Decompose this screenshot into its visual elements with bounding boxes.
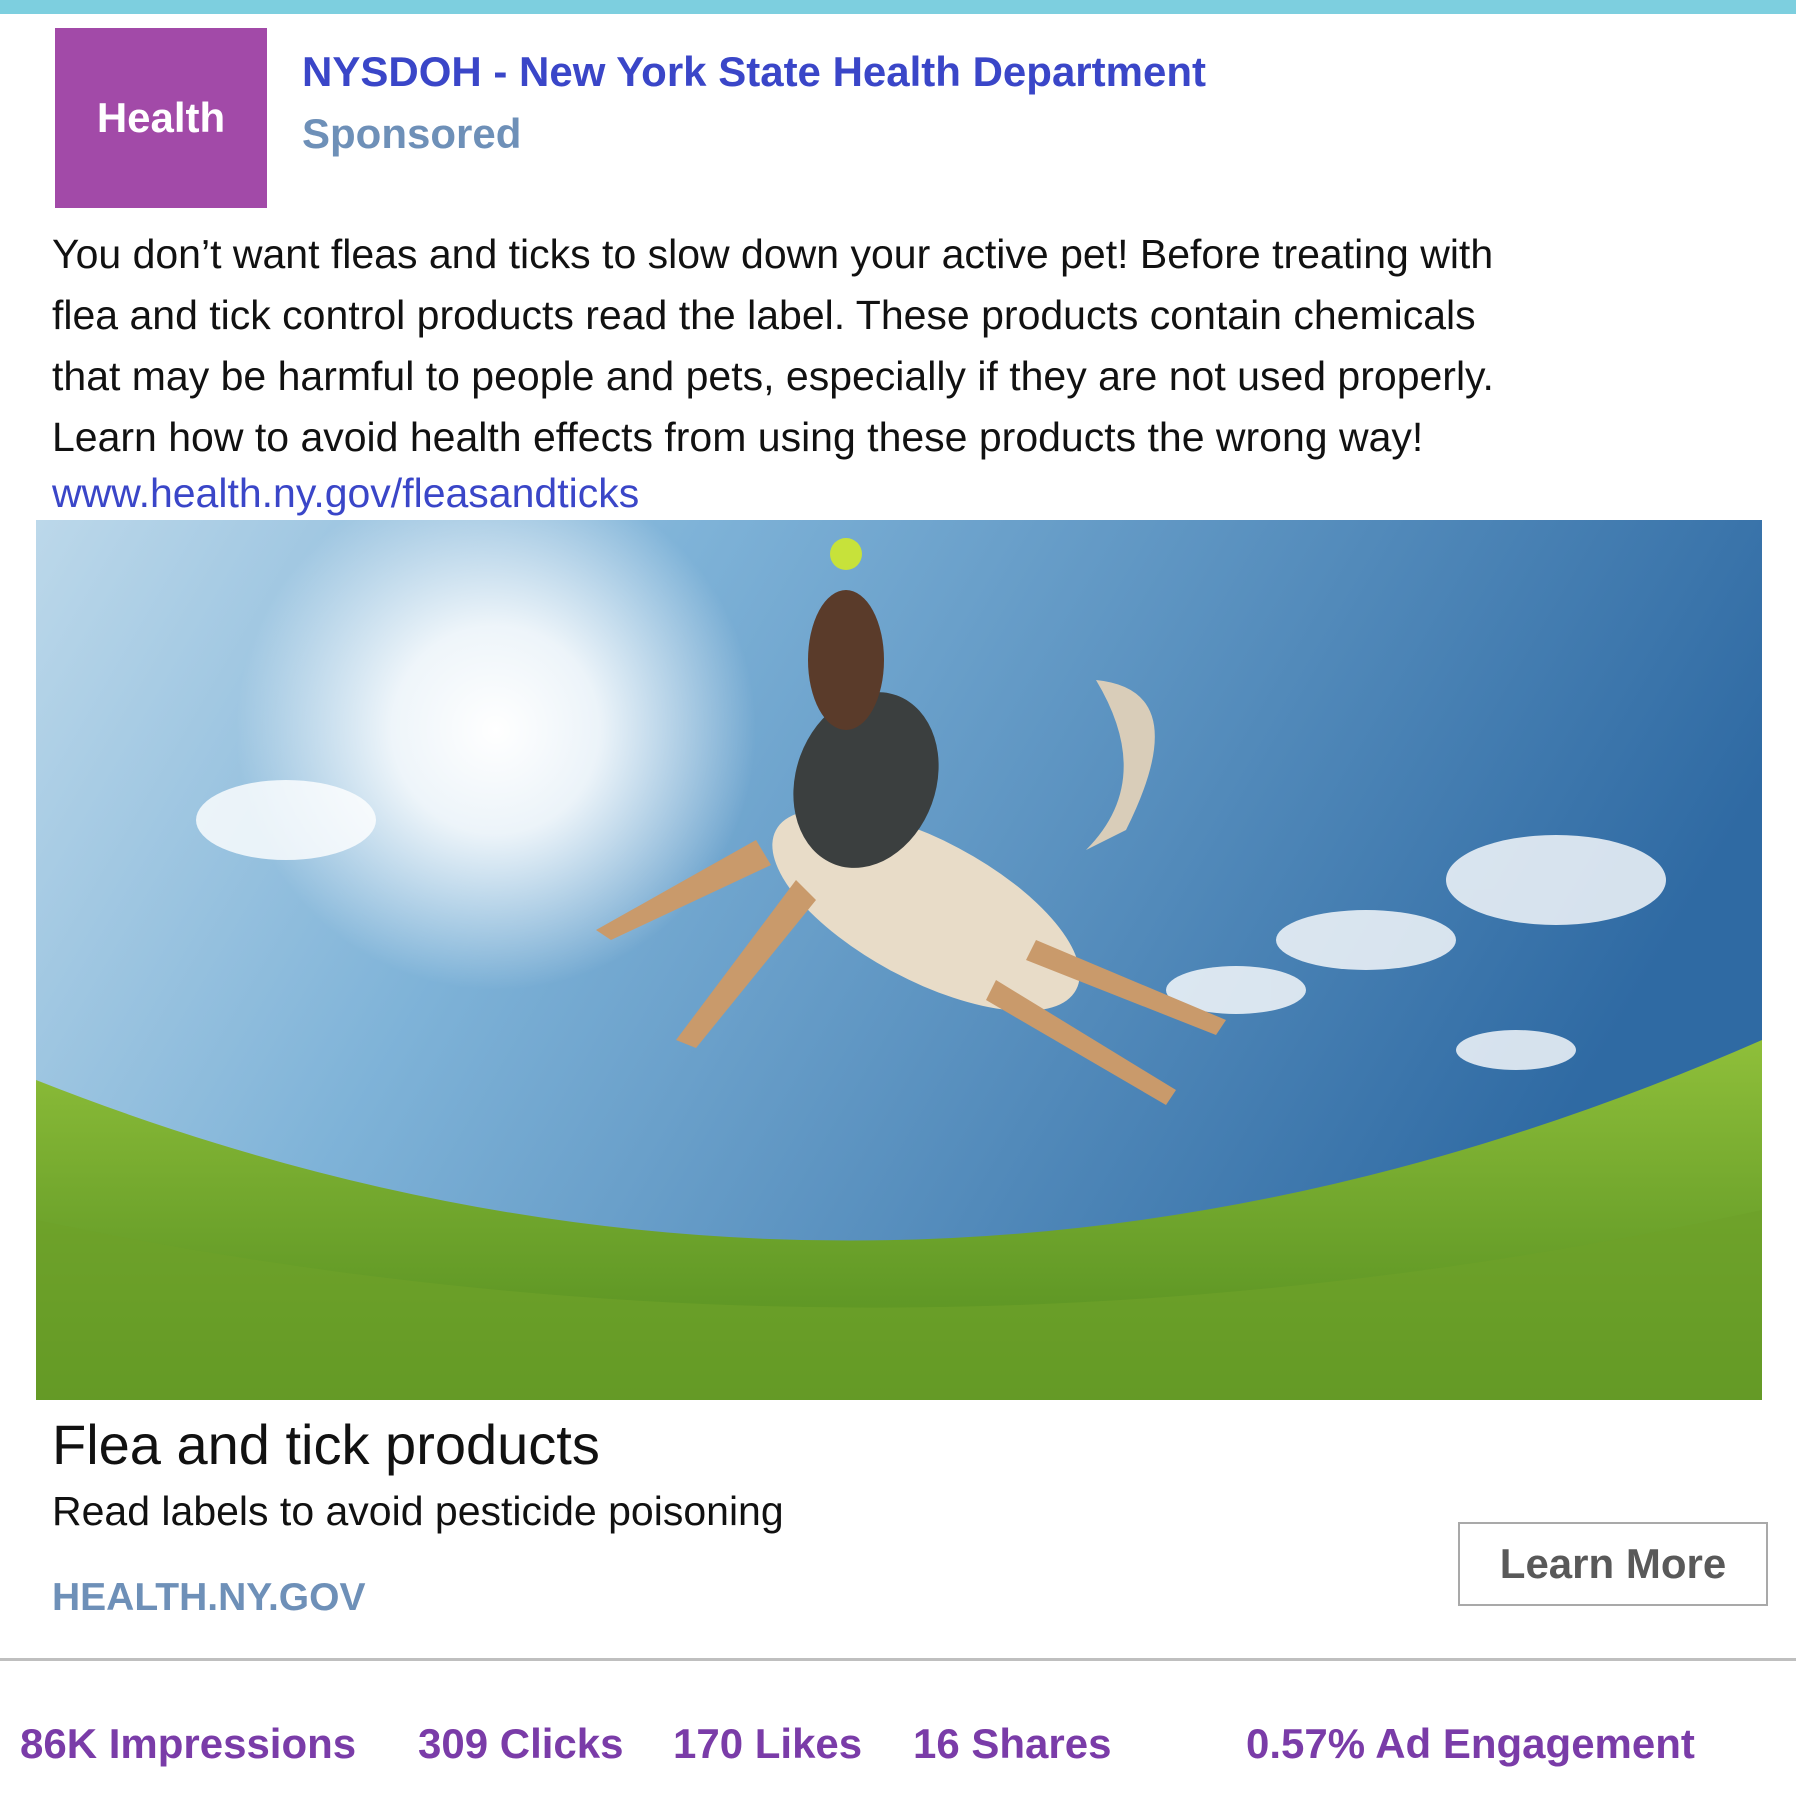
card-domain[interactable]: HEALTH.NY.GOV <box>52 1576 365 1620</box>
card-headline[interactable]: Flea and tick products <box>52 1412 600 1477</box>
stat-ad-engagement: 0.57% Ad Engagement <box>1246 1720 1695 1767</box>
divider <box>0 1658 1796 1661</box>
card-subhead: Read labels to avoid pesticide poisoning <box>52 1488 784 1534</box>
post-link[interactable]: www.health.ny.gov/fleasandticks <box>52 470 639 517</box>
hero-image-illustration <box>36 520 1762 1400</box>
post-body-text: You don’t want fleas and ticks to slow d… <box>52 224 1752 468</box>
sponsored-post: Health NYSDOH - New York State Health De… <box>0 14 1796 1654</box>
avatar[interactable]: Health <box>55 28 267 208</box>
page-name-link[interactable]: NYSDOH - New York State Health Departmen… <box>302 48 1206 96</box>
stat-clicks: 309 Clicks <box>418 1720 624 1767</box>
post-text-line: You don’t want fleas and ticks to slow d… <box>52 231 1494 277</box>
top-accent-bar <box>0 0 1796 14</box>
stat-impressions: 86K Impressions <box>20 1720 357 1767</box>
learn-more-button[interactable]: Learn More <box>1458 1522 1768 1606</box>
post-text-line: Learn how to avoid health effects from u… <box>52 414 1424 460</box>
avatar-label: Health <box>96 94 226 141</box>
stat-likes: 170 Likes <box>673 1720 863 1767</box>
hero-image-dog-jumping[interactable] <box>36 520 1762 1400</box>
post-text-line: flea and tick control products read the … <box>52 292 1476 338</box>
post-text-line: that may be harmful to people and pets, … <box>52 353 1494 399</box>
stat-shares: 16 Shares <box>913 1720 1112 1767</box>
sponsored-label[interactable]: Sponsored <box>302 110 521 158</box>
